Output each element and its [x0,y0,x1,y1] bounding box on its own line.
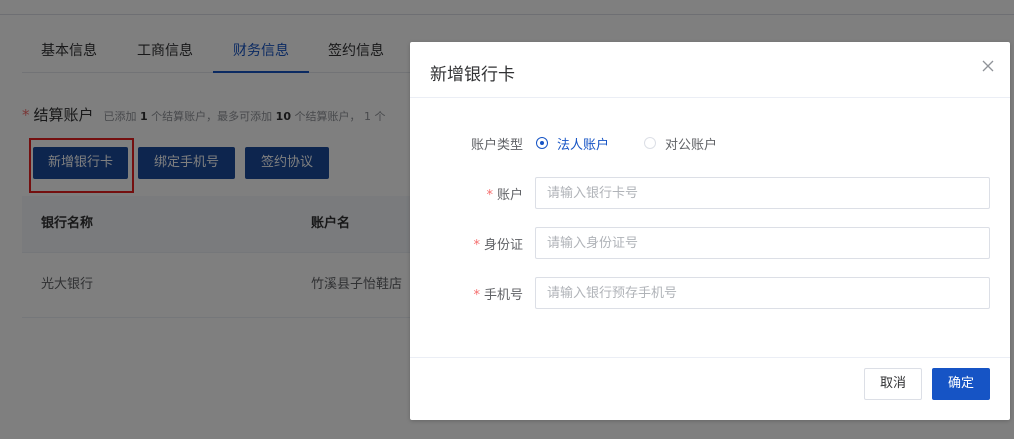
radio-unchecked-icon [644,137,656,149]
radio-corporate-account[interactable]: 对公账户 [644,135,717,153]
phone-input[interactable] [535,277,990,309]
account-input[interactable] [535,177,990,209]
radio-legal-person-account[interactable]: 法人账户 [536,135,609,153]
id-card-input[interactable] [535,227,990,259]
dialog-header: 新增银行卡 [410,42,1010,98]
dialog-footer: 取消 确定 [410,357,1010,420]
dialog-title: 新增银行卡 [430,65,515,85]
confirm-button[interactable]: 确定 [932,368,990,400]
cancel-button[interactable]: 取消 [864,368,922,400]
radio-checked-icon [536,137,548,149]
account-type-label: 账户类型 [470,138,523,153]
id-card-label: * 身份证 [473,238,523,253]
close-icon[interactable] [978,56,998,76]
add-bank-card-dialog: 新增银行卡 账户类型 法人账户 对公账户 *账户 *身份证 *手机号 取消 确定 [410,42,1010,420]
account-label: * 账户 [486,188,523,203]
phone-label: * 手机号 [473,288,523,303]
